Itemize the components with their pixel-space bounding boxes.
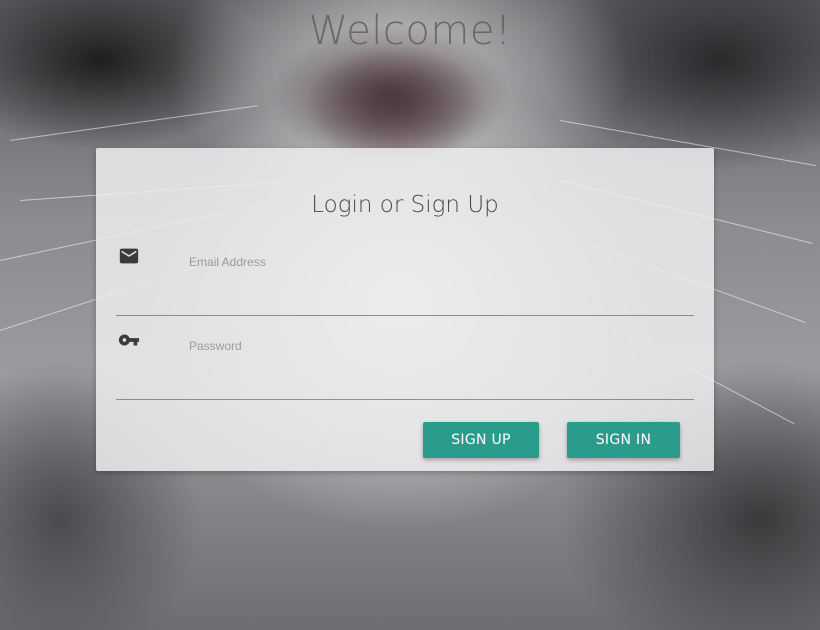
email-label: Email Address [189,255,266,269]
email-input[interactable] [189,277,693,309]
welcome-heading: Welcome! [308,8,512,54]
whisker-decoration [9,105,258,141]
password-label: Password [189,339,242,353]
card-title: Login or Sign Up [311,192,499,218]
login-card: Login or Sign Up Email Address Password … [96,148,714,471]
sign-in-button[interactable]: SIGN IN [567,422,680,458]
mail-icon [118,245,140,267]
password-input[interactable] [189,361,693,393]
key-icon [118,329,140,351]
sign-up-button[interactable]: SIGN UP [423,422,539,458]
password-field[interactable]: Password [116,329,694,400]
email-field[interactable]: Email Address [116,245,694,316]
